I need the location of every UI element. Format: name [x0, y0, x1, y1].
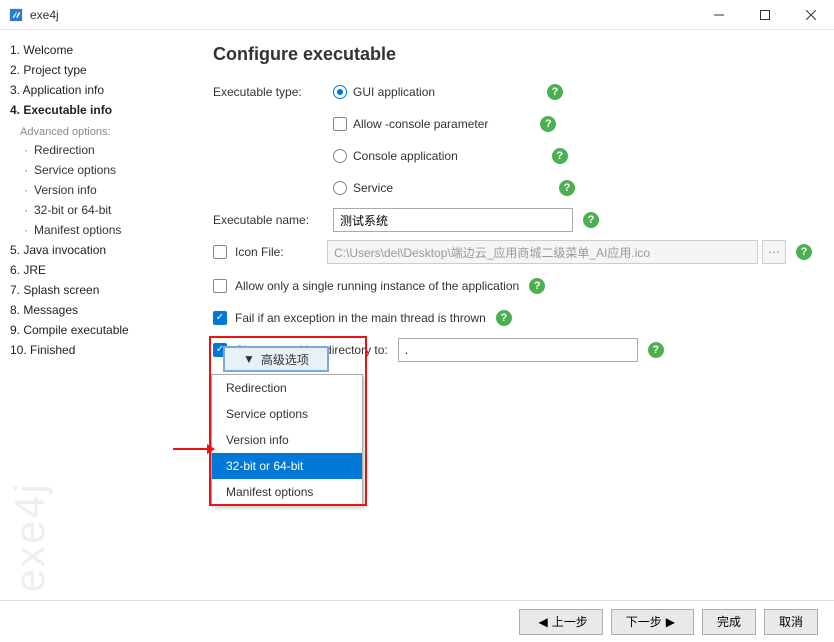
watermark: exe4j — [6, 482, 54, 592]
step-java-invocation[interactable]: 5. Java invocation — [10, 240, 195, 260]
icon-file-input — [327, 240, 758, 264]
titlebar: exe4j — [0, 0, 834, 30]
step-messages[interactable]: 8. Messages — [10, 300, 195, 320]
help-icon[interactable]: ? — [648, 342, 664, 358]
substep-redirection[interactable]: Redirection — [10, 140, 195, 160]
checkbox-icon-file[interactable] — [213, 245, 227, 259]
menu-redirection[interactable]: Redirection — [212, 375, 362, 401]
advanced-options-label: 高级选项 — [261, 351, 309, 368]
radio-gui-label: GUI application — [353, 85, 435, 99]
advanced-options-header: Advanced options: — [10, 120, 195, 140]
help-icon[interactable]: ? — [496, 310, 512, 326]
finish-button[interactable]: 完成 — [702, 609, 756, 635]
sidebar: 1. Welcome 2. Project type 3. Applicatio… — [0, 30, 195, 600]
footer: ◀上一步 下一步▶ 完成 取消 — [0, 600, 834, 642]
exec-type-label: Executable type: — [213, 85, 333, 99]
triangle-right-icon: ▶ — [666, 615, 675, 629]
prev-button[interactable]: ◀上一步 — [519, 609, 602, 635]
step-welcome[interactable]: 1. Welcome — [10, 40, 195, 60]
help-icon[interactable]: ? — [540, 116, 556, 132]
menu-32-64-bit[interactable]: 32-bit or 64-bit — [212, 453, 362, 479]
help-icon[interactable]: ? — [583, 212, 599, 228]
step-splash-screen[interactable]: 7. Splash screen — [10, 280, 195, 300]
minimize-button[interactable] — [696, 0, 742, 30]
cancel-button[interactable]: 取消 — [764, 609, 818, 635]
content-panel: Configure executable Executable type: GU… — [195, 30, 834, 600]
icon-file-label: Icon File: — [235, 245, 327, 259]
step-jre[interactable]: 6. JRE — [10, 260, 195, 280]
checkbox-single-instance[interactable] — [213, 279, 227, 293]
substep-manifest-options[interactable]: Manifest options — [10, 220, 195, 240]
radio-console-application[interactable] — [333, 149, 347, 163]
radio-service[interactable] — [333, 181, 347, 195]
help-icon[interactable]: ? — [796, 244, 812, 260]
substep-service-options[interactable]: Service options — [10, 160, 195, 180]
step-finished[interactable]: 10. Finished — [10, 340, 195, 360]
exec-name-label: Executable name: — [213, 213, 333, 227]
step-application-info[interactable]: 3. Application info — [10, 80, 195, 100]
triangle-down-icon: ▼ — [243, 352, 255, 366]
app-icon — [8, 7, 24, 23]
advanced-options-button[interactable]: ▼ 高级选项 — [223, 346, 329, 372]
step-project-type[interactable]: 2. Project type — [10, 60, 195, 80]
exec-name-input[interactable] — [333, 208, 573, 232]
substep-version-info[interactable]: Version info — [10, 180, 195, 200]
window-title: exe4j — [30, 8, 696, 22]
checkbox-allow-console-label: Allow -console parameter — [353, 117, 488, 131]
checkbox-single-instance-label: Allow only a single running instance of … — [235, 279, 519, 293]
close-button[interactable] — [788, 0, 834, 30]
radio-gui-application[interactable] — [333, 85, 347, 99]
next-button[interactable]: 下一步▶ — [611, 609, 694, 635]
radio-console-label: Console application — [353, 149, 458, 163]
step-compile-executable[interactable]: 9. Compile executable — [10, 320, 195, 340]
step-executable-info[interactable]: 4. Executable info — [10, 100, 195, 120]
browse-button[interactable]: ⋯ — [762, 240, 786, 264]
menu-service-options[interactable]: Service options — [212, 401, 362, 427]
maximize-button[interactable] — [742, 0, 788, 30]
substep-32-64-bit[interactable]: 32-bit or 64-bit — [10, 200, 195, 220]
menu-version-info[interactable]: Version info — [212, 427, 362, 453]
annotation-arrow — [173, 440, 215, 458]
help-icon[interactable]: ? — [559, 180, 575, 196]
triangle-left-icon: ◀ — [538, 615, 547, 629]
menu-manifest-options[interactable]: Manifest options — [212, 479, 362, 505]
advanced-options-menu: Redirection Service options Version info… — [211, 374, 363, 506]
checkbox-fail-exception[interactable] — [213, 311, 227, 325]
help-icon[interactable]: ? — [547, 84, 563, 100]
help-icon[interactable]: ? — [529, 278, 545, 294]
checkbox-fail-exception-label: Fail if an exception in the main thread … — [235, 311, 486, 325]
radio-service-label: Service — [353, 181, 393, 195]
help-icon[interactable]: ? — [552, 148, 568, 164]
cwd-input[interactable] — [398, 338, 638, 362]
page-title: Configure executable — [213, 44, 812, 65]
checkbox-allow-console-param[interactable] — [333, 117, 347, 131]
